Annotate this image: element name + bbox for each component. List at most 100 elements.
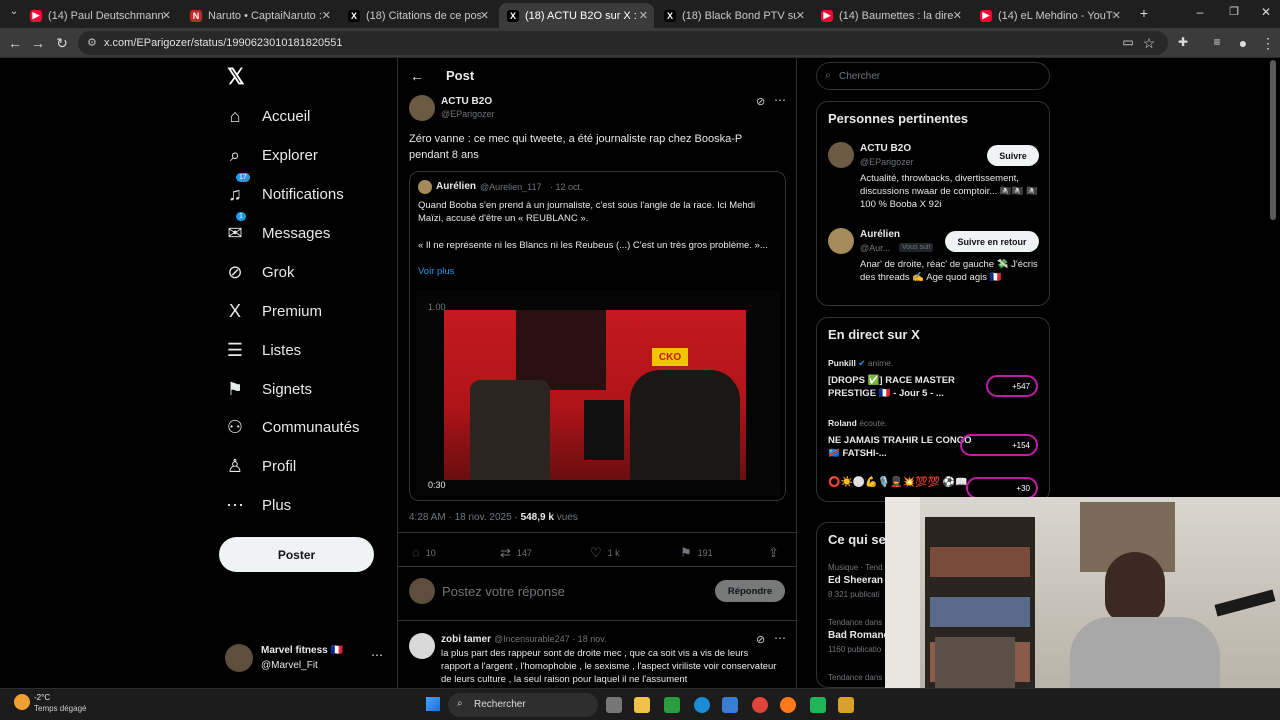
- nav-item-accueil[interactable]: ⌂ Accueil: [224, 101, 311, 131]
- address-bar[interactable]: ⚙ x.com/EParigozer/status/19906230101818…: [78, 31, 1168, 55]
- nav-item-listes[interactable]: ☰ Listes: [224, 335, 301, 365]
- minimize-icon[interactable]: –: [1192, 5, 1208, 19]
- x-logo-icon[interactable]: 𝕏: [227, 64, 245, 90]
- reply-input[interactable]: Postez votre réponse: [442, 584, 565, 599]
- follow-back-button[interactable]: Suivre en retour: [945, 231, 1039, 252]
- weather-temp[interactable]: -2°C: [34, 693, 50, 702]
- nav-item-profil[interactable]: ♙ Profil: [224, 451, 296, 481]
- person-handle[interactable]: @EParigozer: [860, 157, 914, 167]
- new-tab-icon[interactable]: +: [1136, 5, 1152, 21]
- bookmark-star-icon[interactable]: ☆: [1141, 35, 1157, 52]
- live-title-1[interactable]: [DROPS ✅] RACE MASTER PRESTIGE 🇫🇷 - Jour…: [828, 374, 978, 400]
- browser-tab[interactable]: X (18) Black Bond PTV sur X : "ÉC✕: [656, 3, 811, 28]
- maximize-icon[interactable]: ❐: [1226, 5, 1242, 18]
- live-listeners-pill[interactable]: +547: [986, 375, 1038, 397]
- person-avatar[interactable]: [828, 228, 854, 254]
- reload-icon[interactable]: ↻: [54, 35, 70, 52]
- xbox-icon[interactable]: [664, 697, 680, 713]
- nav-item-plus[interactable]: ⋯ Plus: [224, 490, 291, 520]
- trend-name[interactable]: Bad Romanc: [828, 630, 889, 641]
- person-handle[interactable]: @Aur...: [860, 243, 890, 253]
- back-icon[interactable]: ←: [7, 35, 23, 51]
- follow-button[interactable]: Suivre: [987, 145, 1039, 166]
- nav-item-explorer[interactable]: ⌕ Explorer: [224, 140, 318, 170]
- person-name[interactable]: ACTU B2O: [860, 143, 911, 154]
- repost-action[interactable]: ⇄ 147: [500, 545, 532, 561]
- live-title-2[interactable]: NE JAMAIS TRAHIR LE CONGO 🇨🇩 FATSHI-...: [828, 434, 978, 460]
- reply-action[interactable]: ◌ 10: [412, 545, 436, 560]
- browser-tab[interactable]: ▶ (14) Baumettes : la directrice et✕: [813, 3, 968, 28]
- firefox-icon[interactable]: [780, 697, 796, 713]
- extensions-icon[interactable]: ✚: [1175, 35, 1191, 49]
- author-handle[interactable]: @EParigozer: [441, 109, 495, 119]
- live-listeners-pill[interactable]: +30: [966, 477, 1038, 499]
- tab-close-icon[interactable]: ✕: [953, 9, 962, 22]
- browser-tab[interactable]: ▶ (14) eL Mehdino - YouTube✕: [972, 3, 1127, 28]
- reply-handle[interactable]: @Incensurable247 · 18 nov.: [494, 634, 607, 644]
- chrome-icon[interactable]: [752, 697, 768, 713]
- author-avatar[interactable]: [409, 95, 435, 121]
- live-listeners-pill[interactable]: +154: [960, 434, 1038, 456]
- quoted-post[interactable]: Aurélien @Aurelien_117 · 12 oct. Quand B…: [409, 171, 786, 501]
- cast-icon[interactable]: ▭: [1120, 35, 1136, 49]
- account-switcher[interactable]: Marvel fitness 🇫🇷 @Marvel_Fit ⋯: [225, 643, 385, 675]
- reply-author[interactable]: zobi tamer: [441, 634, 491, 645]
- reply-button[interactable]: Répondre: [715, 580, 785, 602]
- nav-icon: ⚑: [226, 378, 244, 399]
- back-arrow-icon[interactable]: ←: [410, 68, 424, 84]
- app-icon[interactable]: [838, 697, 854, 713]
- search-input[interactable]: ⌕ Chercher: [816, 62, 1050, 90]
- video-player[interactable]: 1.00 CKO 0:30: [416, 290, 780, 496]
- forward-icon[interactable]: →: [30, 35, 46, 51]
- file-explorer-icon[interactable]: [634, 697, 650, 713]
- weather-icon[interactable]: [14, 694, 30, 710]
- nav-item-communautes[interactable]: ⚇ Communautés: [224, 412, 360, 442]
- reply-grok-icon[interactable]: ⊘: [756, 633, 765, 646]
- tab-close-icon[interactable]: ✕: [1112, 9, 1121, 22]
- live-item[interactable]: Punkill ✔ anime.: [828, 358, 978, 369]
- browser-tab[interactable]: X (18) ACTU B2O sur X : "Zéro va✕: [499, 3, 654, 28]
- task-view-icon[interactable]: [606, 697, 622, 713]
- menu-icon[interactable]: ⋮: [1260, 35, 1276, 52]
- tab-list-icon[interactable]: ⌄: [6, 6, 22, 17]
- reading-list-icon[interactable]: ≡: [1209, 35, 1225, 49]
- tab-close-icon[interactable]: ✕: [480, 9, 489, 22]
- author-name[interactable]: ACTU B2O: [441, 96, 492, 107]
- live-title-3[interactable]: ⭕☀️⚪💪🎙️💂💥💯💯 ⚽📖: [828, 476, 978, 489]
- close-window-icon[interactable]: ✕: [1258, 5, 1274, 19]
- profile-icon[interactable]: ●: [1235, 35, 1251, 51]
- nav-item-messages[interactable]: ✉ 1 Messages: [224, 212, 330, 248]
- taskbar-search[interactable]: ⌕ Rechercher: [448, 693, 598, 717]
- grok-icon[interactable]: ⊘: [756, 95, 765, 108]
- tab-close-icon[interactable]: ✕: [796, 9, 805, 22]
- nav-item-grok[interactable]: ⊘ Grok: [224, 257, 294, 287]
- store-icon[interactable]: [722, 697, 738, 713]
- trend-name[interactable]: Ed Sheeran: [828, 575, 883, 586]
- browser-tab[interactable]: ▶ (14) Paul Deutschmann : l'enqu✕: [22, 3, 177, 28]
- person-avatar[interactable]: [828, 142, 854, 168]
- live-item[interactable]: Roland écoute.: [828, 418, 978, 428]
- site-info-icon[interactable]: ⚙: [87, 36, 97, 49]
- post-options-icon[interactable]: ⋯: [774, 93, 786, 107]
- edge-icon[interactable]: [694, 697, 710, 713]
- share-action[interactable]: ⇪: [768, 545, 785, 561]
- tab-close-icon[interactable]: ✕: [639, 9, 648, 22]
- app-icon[interactable]: [810, 697, 826, 713]
- tab-close-icon[interactable]: ✕: [162, 9, 171, 22]
- page-scrollbar[interactable]: [1270, 60, 1276, 220]
- browser-tab[interactable]: X (18) Citations de ce post / X✕: [340, 3, 495, 28]
- browser-tab[interactable]: N Naruto • CaptaiNaruto :: Inform✕: [182, 3, 337, 28]
- weather-desc[interactable]: Temps dégagé: [34, 704, 86, 713]
- reply-options-icon[interactable]: ⋯: [774, 631, 786, 645]
- bookmark-action[interactable]: ⚑ 191: [680, 545, 713, 561]
- tab-close-icon[interactable]: ✕: [322, 9, 331, 22]
- nav-item-notifications[interactable]: ♫ 17 Notifications: [224, 173, 344, 209]
- like-action[interactable]: ♡ 1 k: [590, 545, 620, 561]
- person-name[interactable]: Aurélien: [860, 229, 900, 240]
- post-button[interactable]: Poster: [219, 537, 374, 572]
- nav-item-signets[interactable]: ⚑ Signets: [224, 374, 312, 404]
- nav-item-premium[interactable]: X Premium: [224, 296, 322, 326]
- windows-start-icon[interactable]: [426, 697, 440, 711]
- reply-author-avatar[interactable]: [409, 633, 435, 659]
- show-more-link[interactable]: Voir plus: [418, 266, 454, 277]
